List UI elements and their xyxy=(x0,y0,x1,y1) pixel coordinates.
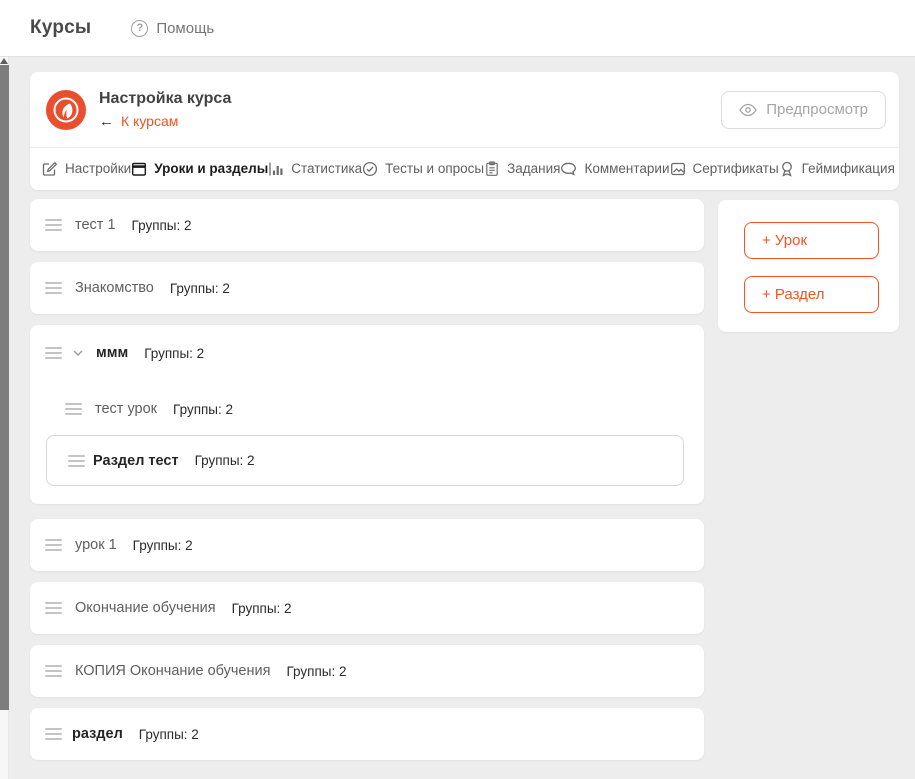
bar-chart-icon xyxy=(268,161,284,177)
tab-lessons-sections[interactable]: Уроки и разделы xyxy=(131,161,268,177)
list-item-lesson[interactable]: КОПИЯ Окончание обучения Группы: 2 xyxy=(30,645,704,697)
drag-handle-icon[interactable] xyxy=(45,665,62,677)
scroll-up-arrow-icon[interactable] xyxy=(0,58,8,64)
drag-handle-icon[interactable] xyxy=(68,455,85,467)
tab-statistics[interactable]: Статистика xyxy=(268,161,362,177)
section-title: раздел xyxy=(72,726,123,742)
groups-count: Группы: 2 xyxy=(173,402,233,417)
check-circle-icon xyxy=(362,161,378,177)
lesson-title: КОПИЯ Окончание обучения xyxy=(75,663,270,679)
drag-handle-icon[interactable] xyxy=(45,539,62,551)
comment-icon xyxy=(560,161,577,177)
course-header-top: Настройка курса ← К курсам Предпросмотр xyxy=(30,72,899,148)
groups-count: Группы: 2 xyxy=(195,453,255,468)
tab-assignments[interactable]: Задания xyxy=(484,161,560,177)
preview-button[interactable]: Предпросмотр xyxy=(721,91,886,129)
tab-certificates[interactable]: Сертификаты xyxy=(670,161,779,177)
tab-label: Комментарии xyxy=(584,161,669,176)
groups-count: Группы: 2 xyxy=(132,218,192,233)
groups-count: Группы: 2 xyxy=(232,601,292,616)
nested-section-row[interactable]: Раздел тест Группы: 2 xyxy=(46,435,684,486)
course-header-card: Настройка курса ← К курсам Предпросмотр … xyxy=(30,72,899,190)
help-label: Помощь xyxy=(156,20,214,37)
question-mark-icon: ? xyxy=(131,20,148,37)
lesson-title: Знакомство xyxy=(75,280,154,296)
lesson-title: урок 1 xyxy=(75,537,117,553)
image-icon xyxy=(670,161,686,177)
drag-handle-icon[interactable] xyxy=(45,602,62,614)
tab-comments[interactable]: Комментарии xyxy=(560,161,669,177)
drag-handle-icon[interactable] xyxy=(65,403,82,415)
preview-button-label: Предпросмотр xyxy=(766,101,868,118)
lessons-list: тест 1 Группы: 2 Знакомство Группы: 2 мм… xyxy=(30,199,704,771)
tab-label: Настройки xyxy=(65,161,131,176)
back-arrow-icon: ← xyxy=(99,113,114,130)
list-item-lesson[interactable]: Окончание обучения Группы: 2 xyxy=(30,582,704,634)
lesson-title: тест 1 xyxy=(75,217,116,233)
tab-label: Задания xyxy=(507,161,560,176)
groups-count: Группы: 2 xyxy=(133,538,193,553)
list-item-lesson[interactable]: Знакомство Группы: 2 xyxy=(30,262,704,314)
back-link-label: К курсам xyxy=(121,113,178,129)
course-settings-title: Настройка курса xyxy=(99,90,231,108)
actions-panel: + Урок + Раздел xyxy=(718,200,899,332)
page-title: Курсы xyxy=(30,17,91,39)
drag-handle-icon[interactable] xyxy=(45,728,62,740)
calendar-icon xyxy=(131,161,147,177)
tab-gamification[interactable]: Геймификация xyxy=(779,161,895,177)
tab-label: Геймификация xyxy=(802,161,895,176)
back-to-courses-link[interactable]: ← К курсам xyxy=(99,113,231,130)
topbar: Курсы ? Помощь xyxy=(0,0,915,57)
list-item-group-expanded: ммм Группы: 2 тест урок Группы: 2 Раздел… xyxy=(30,325,704,504)
tab-label: Уроки и разделы xyxy=(154,161,268,176)
tab-tests-surveys[interactable]: Тесты и опросы xyxy=(362,161,484,177)
medal-icon xyxy=(779,161,795,177)
course-logo-icon xyxy=(46,90,86,130)
vertical-scrollbar[interactable] xyxy=(0,57,9,779)
nested-lesson-row[interactable]: тест урок Группы: 2 xyxy=(30,396,704,422)
group-header-row[interactable]: ммм Группы: 2 xyxy=(30,340,704,366)
course-tabs: Настройки Уроки и разделы Статистика Т xyxy=(30,148,899,189)
list-item-lesson[interactable]: тест 1 Группы: 2 xyxy=(30,199,704,251)
add-lesson-button[interactable]: + Урок xyxy=(744,222,879,259)
edit-square-icon xyxy=(42,161,58,177)
chevron-down-icon[interactable] xyxy=(71,346,85,360)
groups-count: Группы: 2 xyxy=(286,664,346,679)
tab-label: Тесты и опросы xyxy=(385,161,484,176)
list-item-lesson[interactable]: урок 1 Группы: 2 xyxy=(30,519,704,571)
groups-count: Группы: 2 xyxy=(170,281,230,296)
eye-icon xyxy=(739,103,757,117)
help-link[interactable]: ? Помощь xyxy=(131,20,214,37)
group-title: ммм xyxy=(96,345,128,361)
lesson-title: тест урок xyxy=(95,401,157,417)
add-section-button[interactable]: + Раздел xyxy=(744,276,879,313)
clipboard-icon xyxy=(484,161,500,177)
lesson-title: Окончание обучения xyxy=(75,600,216,616)
tab-label: Статистика xyxy=(291,161,362,176)
list-item-section[interactable]: раздел Группы: 2 xyxy=(30,708,704,760)
drag-handle-icon[interactable] xyxy=(45,219,62,231)
groups-count: Группы: 2 xyxy=(144,346,204,361)
section-title: Раздел тест xyxy=(93,453,179,469)
drag-handle-icon[interactable] xyxy=(45,282,62,294)
tab-settings[interactable]: Настройки xyxy=(42,161,131,177)
groups-count: Группы: 2 xyxy=(139,727,199,742)
drag-handle-icon[interactable] xyxy=(45,347,62,359)
tab-label: Сертификаты xyxy=(693,161,779,176)
scrollbar-thumb[interactable] xyxy=(0,65,9,710)
